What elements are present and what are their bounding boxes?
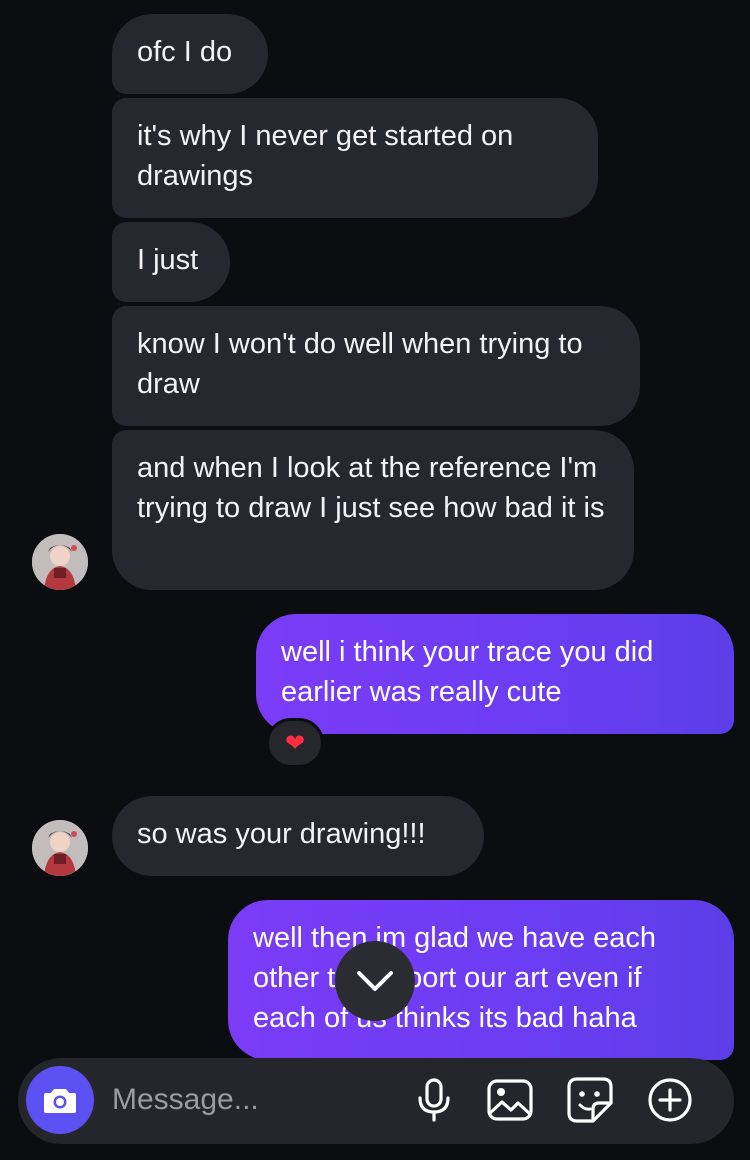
message-incoming[interactable]: and when I look at the reference I'm try… — [112, 430, 634, 590]
avatar-image — [32, 534, 88, 590]
image-icon — [487, 1079, 533, 1121]
microphone-icon — [418, 1078, 450, 1122]
heart-icon: ❤ — [284, 729, 306, 757]
heart-reaction[interactable]: ❤ — [266, 718, 324, 768]
message-text: ofc I do — [137, 36, 233, 68]
message-text: so was your drawing!!! — [137, 818, 426, 850]
message-text: it's why I never get started on drawings — [137, 120, 514, 192]
sticker-button[interactable] — [564, 1074, 616, 1126]
gallery-button[interactable] — [484, 1074, 536, 1126]
message-text: and when I look at the reference I'm try… — [137, 452, 605, 524]
message-text: well then im glad we have each other to … — [253, 922, 657, 1034]
contact-avatar[interactable] — [32, 534, 88, 590]
avatar-image — [32, 820, 88, 876]
camera-icon — [44, 1089, 76, 1113]
camera-button[interactable] — [26, 1066, 94, 1134]
message-input[interactable] — [112, 1076, 392, 1124]
scroll-to-bottom-button[interactable] — [335, 941, 415, 1021]
chevron-down-icon — [357, 971, 393, 991]
message-text: I just — [137, 244, 199, 276]
plus-circle-icon — [648, 1078, 692, 1122]
message-incoming[interactable]: I just — [112, 222, 230, 302]
message-incoming[interactable]: know I won't do well when trying to draw — [112, 306, 640, 426]
contact-avatar[interactable] — [32, 820, 88, 876]
message-incoming[interactable]: so was your drawing!!! — [112, 796, 484, 876]
message-incoming[interactable]: it's why I never get started on drawings — [112, 98, 598, 218]
message-text: know I won't do well when trying to draw — [137, 328, 583, 400]
voice-message-button[interactable] — [408, 1074, 460, 1126]
message-text: well i think your trace you did earlier … — [281, 636, 654, 708]
more-options-button[interactable] — [644, 1074, 696, 1126]
message-incoming[interactable]: ofc I do — [112, 14, 268, 94]
sticker-icon — [567, 1077, 613, 1123]
message-outgoing[interactable]: well i think your trace you did earlier … — [256, 614, 734, 734]
message-outgoing[interactable]: well then im glad we have each other to … — [228, 900, 734, 1060]
